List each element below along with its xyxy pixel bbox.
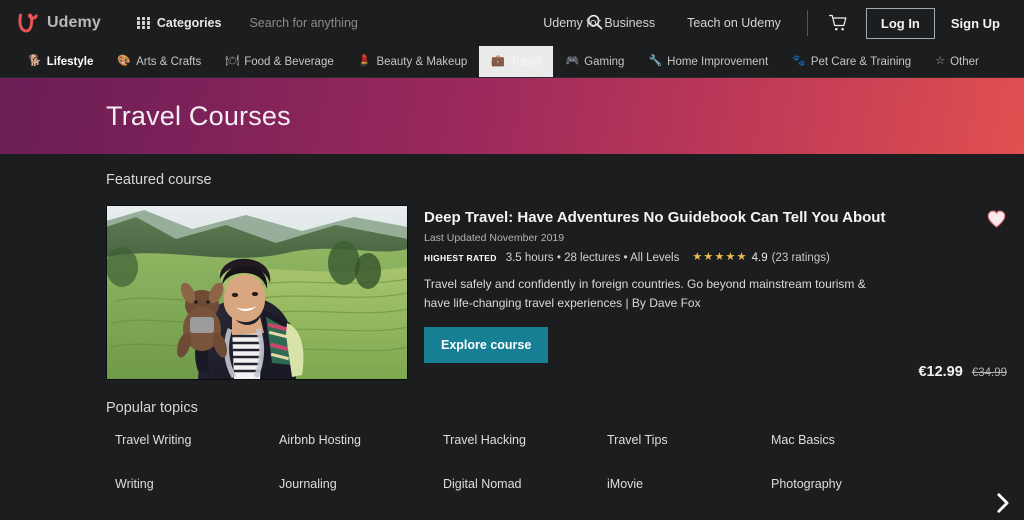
highest-rated-badge: HIGHEST RATED bbox=[424, 253, 497, 263]
course-title[interactable]: Deep Travel: Have Adventures No Guideboo… bbox=[424, 209, 914, 228]
star-rating-icon: ★★★★★ bbox=[692, 252, 747, 263]
login-button[interactable]: Log In bbox=[866, 8, 935, 39]
nav-item-food-beverage[interactable]: 🍽 Food & Beverage bbox=[213, 46, 345, 77]
topic-link[interactable]: Travel Hacking bbox=[443, 433, 607, 447]
signup-button[interactable]: Sign Up bbox=[941, 9, 1010, 38]
nav-item-beauty-makeup[interactable]: 💄 Beauty & Makeup bbox=[346, 46, 479, 77]
topic-link[interactable]: Mac Basics bbox=[771, 433, 935, 447]
main-content: Featured course bbox=[0, 172, 1024, 491]
course-description: Travel safely and confidently in foreign… bbox=[424, 275, 894, 313]
category-nav-bar: 🐕 Lifestyle 🎨 Arts & Crafts 🍽 Food & Bev… bbox=[0, 46, 1024, 78]
nav-item-arts-crafts[interactable]: 🎨 Arts & Crafts bbox=[105, 46, 213, 77]
popular-topics-section: Popular topics Travel Writing Airbnb Hos… bbox=[106, 400, 1024, 491]
star-outline-icon: ☆ bbox=[935, 56, 945, 67]
nav-label: Beauty & Makeup bbox=[376, 56, 467, 68]
nav-item-gaming[interactable]: 🎮 Gaming bbox=[553, 46, 636, 77]
teach-on-udemy-link[interactable]: Teach on Udemy bbox=[671, 16, 797, 30]
topic-link[interactable]: iMovie bbox=[607, 477, 771, 491]
current-price: €12.99 bbox=[918, 364, 962, 380]
shopping-cart-button[interactable] bbox=[818, 13, 858, 33]
nav-label: Home Improvement bbox=[667, 56, 768, 68]
udemy-logo-home-link[interactable]: Udemy bbox=[14, 10, 101, 36]
categories-menu-button[interactable]: Categories bbox=[137, 16, 222, 30]
topic-link[interactable]: Airbnb Hosting bbox=[279, 433, 443, 447]
top-header: Udemy Categories Udemy for Business Teac… bbox=[0, 0, 1024, 46]
paw-icon: 🐾 bbox=[792, 56, 806, 67]
nav-label: Arts & Crafts bbox=[136, 56, 201, 68]
palette-icon: 🎨 bbox=[117, 56, 131, 67]
course-rating: ★★★★★ 4.9 (23 ratings) bbox=[692, 252, 829, 264]
topic-link[interactable]: Writing bbox=[115, 477, 279, 491]
course-details: Deep Travel: Have Adventures No Guideboo… bbox=[424, 205, 1024, 380]
udemy-for-business-link[interactable]: Udemy for Business bbox=[527, 16, 671, 30]
nav-label: Lifestyle bbox=[47, 56, 94, 68]
topics-grid: Travel Writing Airbnb Hosting Travel Hac… bbox=[106, 433, 1024, 491]
gamepad-icon: 🎮 bbox=[565, 56, 579, 67]
dog-icon: 🐕 bbox=[28, 56, 42, 67]
heart-filled-icon bbox=[987, 210, 1006, 228]
lipstick-icon: 💄 bbox=[358, 56, 372, 67]
page-title: Travel Courses bbox=[106, 101, 291, 132]
brand-name: Udemy bbox=[47, 14, 101, 32]
wishlist-button[interactable] bbox=[987, 210, 1006, 230]
featured-course-card: Deep Travel: Have Adventures No Guideboo… bbox=[106, 205, 1024, 380]
topic-link[interactable]: Journaling bbox=[279, 477, 443, 491]
suitcase-icon: 💼 bbox=[491, 56, 505, 67]
udemy-u-logo-icon bbox=[14, 10, 40, 36]
topic-link[interactable]: Digital Nomad bbox=[443, 477, 607, 491]
chevron-right-icon bbox=[995, 492, 1010, 514]
popular-topics-heading: Popular topics bbox=[106, 400, 1024, 416]
featured-course-heading: Featured course bbox=[106, 172, 1024, 188]
hero-banner: Travel Courses bbox=[0, 78, 1024, 154]
topic-link[interactable]: Photography bbox=[771, 477, 935, 491]
nav-item-travel[interactable]: 💼 Travel bbox=[479, 46, 553, 77]
nav-item-home-improvement[interactable]: 🔧 Home Improvement bbox=[636, 46, 780, 77]
nav-label: Pet Care & Training bbox=[811, 56, 911, 68]
nav-item-pet-care-training[interactable]: 🐾 Pet Care & Training bbox=[780, 46, 923, 77]
price-row: €12.99 €34.99 bbox=[918, 364, 1007, 380]
categories-label: Categories bbox=[157, 16, 222, 30]
grid-icon bbox=[137, 17, 150, 30]
topic-link[interactable]: Travel Writing bbox=[115, 433, 279, 447]
nav-item-other[interactable]: ☆ Other bbox=[923, 46, 991, 77]
hammer-icon: 🔧 bbox=[648, 56, 662, 67]
nav-label: Other bbox=[950, 56, 979, 68]
header-right-cluster: Udemy for Business Teach on Udemy Log In… bbox=[527, 0, 1010, 46]
rating-value: 4.9 bbox=[752, 252, 768, 264]
course-meta-row: HIGHEST RATED 3.5 hours • 28 lectures • … bbox=[424, 252, 914, 264]
original-price: €34.99 bbox=[972, 367, 1007, 379]
header-divider bbox=[807, 10, 808, 36]
shopping-cart-icon bbox=[828, 13, 848, 33]
course-last-updated: Last Updated November 2019 bbox=[424, 232, 914, 244]
course-thumbnail[interactable] bbox=[106, 205, 408, 380]
utensils-icon: 🍽 bbox=[225, 56, 239, 67]
topics-next-button[interactable] bbox=[995, 492, 1010, 516]
nav-label: Travel bbox=[510, 56, 542, 68]
nav-label: Food & Beverage bbox=[244, 56, 334, 68]
topic-link[interactable]: Travel Tips bbox=[607, 433, 771, 447]
rating-count: (23 ratings) bbox=[772, 252, 830, 264]
course-facts: 3.5 hours • 28 lectures • All Levels bbox=[506, 252, 680, 264]
explore-course-button[interactable]: Explore course bbox=[424, 327, 548, 363]
nav-item-lifestyle[interactable]: 🐕 Lifestyle bbox=[16, 46, 105, 77]
nav-label: Gaming bbox=[584, 56, 624, 68]
